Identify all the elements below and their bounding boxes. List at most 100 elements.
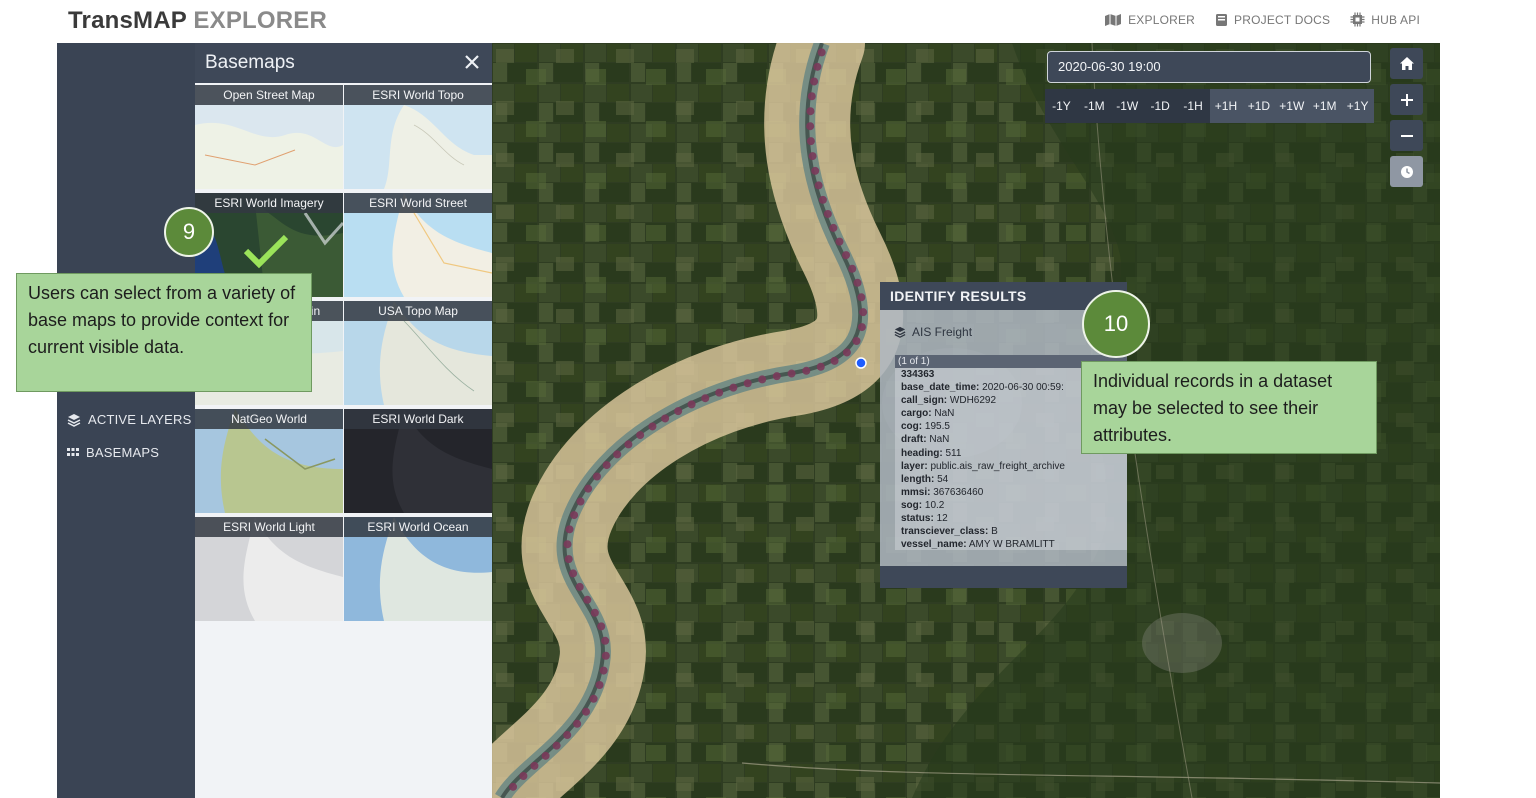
basemap-tile-street[interactable]: ESRI World Street (344, 193, 492, 297)
ais-point[interactable] (808, 152, 817, 161)
ais-point[interactable] (802, 366, 811, 375)
basemap-tile-natgeo[interactable]: NatGeo World (195, 409, 343, 513)
nav-hub-api[interactable]: HUB API (1350, 12, 1420, 27)
ais-point[interactable] (590, 608, 599, 617)
basemaps-panel: Basemaps Open Street Map ESRI World Topo E… (195, 43, 492, 798)
basemap-tile-osm[interactable]: Open Street Map (195, 85, 343, 189)
identify-layer[interactable]: AIS Freight (894, 325, 972, 339)
ais-point[interactable] (848, 264, 857, 273)
ais-point[interactable] (624, 440, 633, 449)
sidebar-item-basemaps[interactable]: BASEMAPS (67, 445, 159, 460)
ais-point[interactable] (687, 400, 696, 409)
basemap-tile-ocean[interactable]: ESRI World Ocean (344, 517, 492, 621)
basemap-tile-dark[interactable]: ESRI World Dark (344, 409, 492, 513)
ais-point[interactable] (509, 782, 518, 791)
ais-point[interactable] (813, 62, 822, 71)
ais-point[interactable] (601, 651, 610, 660)
ais-point[interactable] (648, 422, 657, 431)
basemap-tile-topo[interactable]: ESRI World Topo (344, 85, 492, 189)
ais-point[interactable] (830, 356, 839, 365)
step-back-button[interactable]: -1Y (1045, 89, 1078, 123)
ais-point[interactable] (715, 388, 724, 397)
ais-point[interactable] (595, 681, 604, 690)
ais-point[interactable] (806, 122, 815, 131)
ais-point[interactable] (758, 375, 767, 384)
ais-point[interactable] (806, 107, 815, 116)
ais-point[interactable] (835, 237, 844, 246)
zoom-out-button[interactable] (1390, 120, 1423, 151)
close-icon[interactable] (462, 52, 482, 72)
step-forward-button[interactable]: +1H (1209, 89, 1243, 123)
ais-point[interactable] (811, 166, 820, 175)
basemap-tile-light[interactable]: ESRI World Light (195, 517, 343, 621)
nav-explorer[interactable]: EXPLORER (1104, 12, 1195, 27)
attribute-row: sog: 10.2 (901, 499, 1127, 512)
step-forward-button[interactable]: +1Y (1341, 89, 1375, 123)
ais-point[interactable] (569, 569, 578, 578)
ais-point[interactable] (573, 719, 582, 728)
home-button[interactable] (1390, 48, 1423, 79)
ais-point[interactable] (613, 450, 622, 459)
step-forward-button[interactable]: +1W (1275, 89, 1309, 123)
ais-point[interactable] (743, 379, 752, 388)
ais-point[interactable] (661, 414, 670, 423)
ais-point[interactable] (817, 48, 826, 57)
ais-point[interactable] (810, 77, 819, 86)
ais-point[interactable] (592, 472, 601, 481)
ais-point[interactable] (807, 92, 816, 101)
step-back-button[interactable]: -1M (1077, 89, 1111, 123)
step-forward-button[interactable]: +1D (1242, 89, 1276, 123)
ais-point[interactable] (602, 461, 611, 470)
ais-point[interactable] (552, 741, 561, 750)
app-logo[interactable]: TransMAP EXPLORER (68, 7, 327, 35)
basemap-tile-usatopo[interactable]: USA Topo Map (344, 301, 492, 405)
ais-point[interactable] (519, 771, 528, 780)
zoom-in-button[interactable] (1390, 84, 1423, 115)
ais-point[interactable] (570, 511, 579, 520)
ais-point[interactable] (583, 595, 592, 604)
ais-point[interactable] (806, 137, 815, 146)
ais-point[interactable] (636, 431, 645, 440)
ais-point[interactable] (814, 181, 823, 190)
ais-point[interactable] (575, 582, 584, 591)
ais-point[interactable] (823, 209, 832, 218)
ais-point[interactable] (729, 383, 738, 392)
ais-point[interactable] (601, 636, 610, 645)
step-forward-button[interactable]: +1M (1308, 89, 1342, 123)
ais-point[interactable] (589, 694, 598, 703)
ais-point[interactable] (842, 348, 851, 357)
ais-point[interactable] (816, 362, 825, 371)
ais-point[interactable] (563, 731, 572, 740)
ais-point[interactable] (787, 369, 796, 378)
ais-point[interactable] (541, 751, 550, 760)
step-back-button[interactable]: -1D (1143, 89, 1177, 123)
time-button[interactable] (1390, 156, 1423, 187)
step-back-button[interactable]: -1H (1176, 89, 1210, 123)
ais-point[interactable] (563, 540, 572, 549)
ais-point[interactable] (599, 666, 608, 675)
ais-point[interactable] (859, 308, 868, 317)
step-back-button[interactable]: -1W (1110, 89, 1144, 123)
ais-point[interactable] (842, 251, 851, 260)
ais-point[interactable] (857, 293, 866, 302)
sidebar-item-active-layers[interactable]: ACTIVE LAYERS (67, 412, 192, 427)
ais-point[interactable] (829, 223, 838, 232)
ais-point[interactable] (564, 555, 573, 564)
sidebar-item-label: ACTIVE LAYERS (88, 412, 192, 427)
ais-point[interactable] (674, 407, 683, 416)
ais-point[interactable] (701, 394, 710, 403)
ais-point[interactable] (857, 323, 866, 332)
nav-project-docs[interactable]: PROJECT DOCS (1215, 12, 1330, 27)
ais-point[interactable] (565, 525, 574, 534)
ais-point[interactable] (530, 761, 539, 770)
ais-point[interactable] (852, 337, 861, 346)
ais-point[interactable] (772, 372, 781, 381)
ais-point[interactable] (576, 497, 585, 506)
datetime-input[interactable]: 2020-06-30 19:00 (1047, 51, 1371, 83)
attribute-key: status: (901, 513, 934, 525)
ais-point[interactable] (584, 484, 593, 493)
ais-point[interactable] (582, 707, 591, 716)
ais-point[interactable] (853, 278, 862, 287)
ais-point[interactable] (597, 622, 606, 631)
ais-point[interactable] (818, 195, 827, 204)
